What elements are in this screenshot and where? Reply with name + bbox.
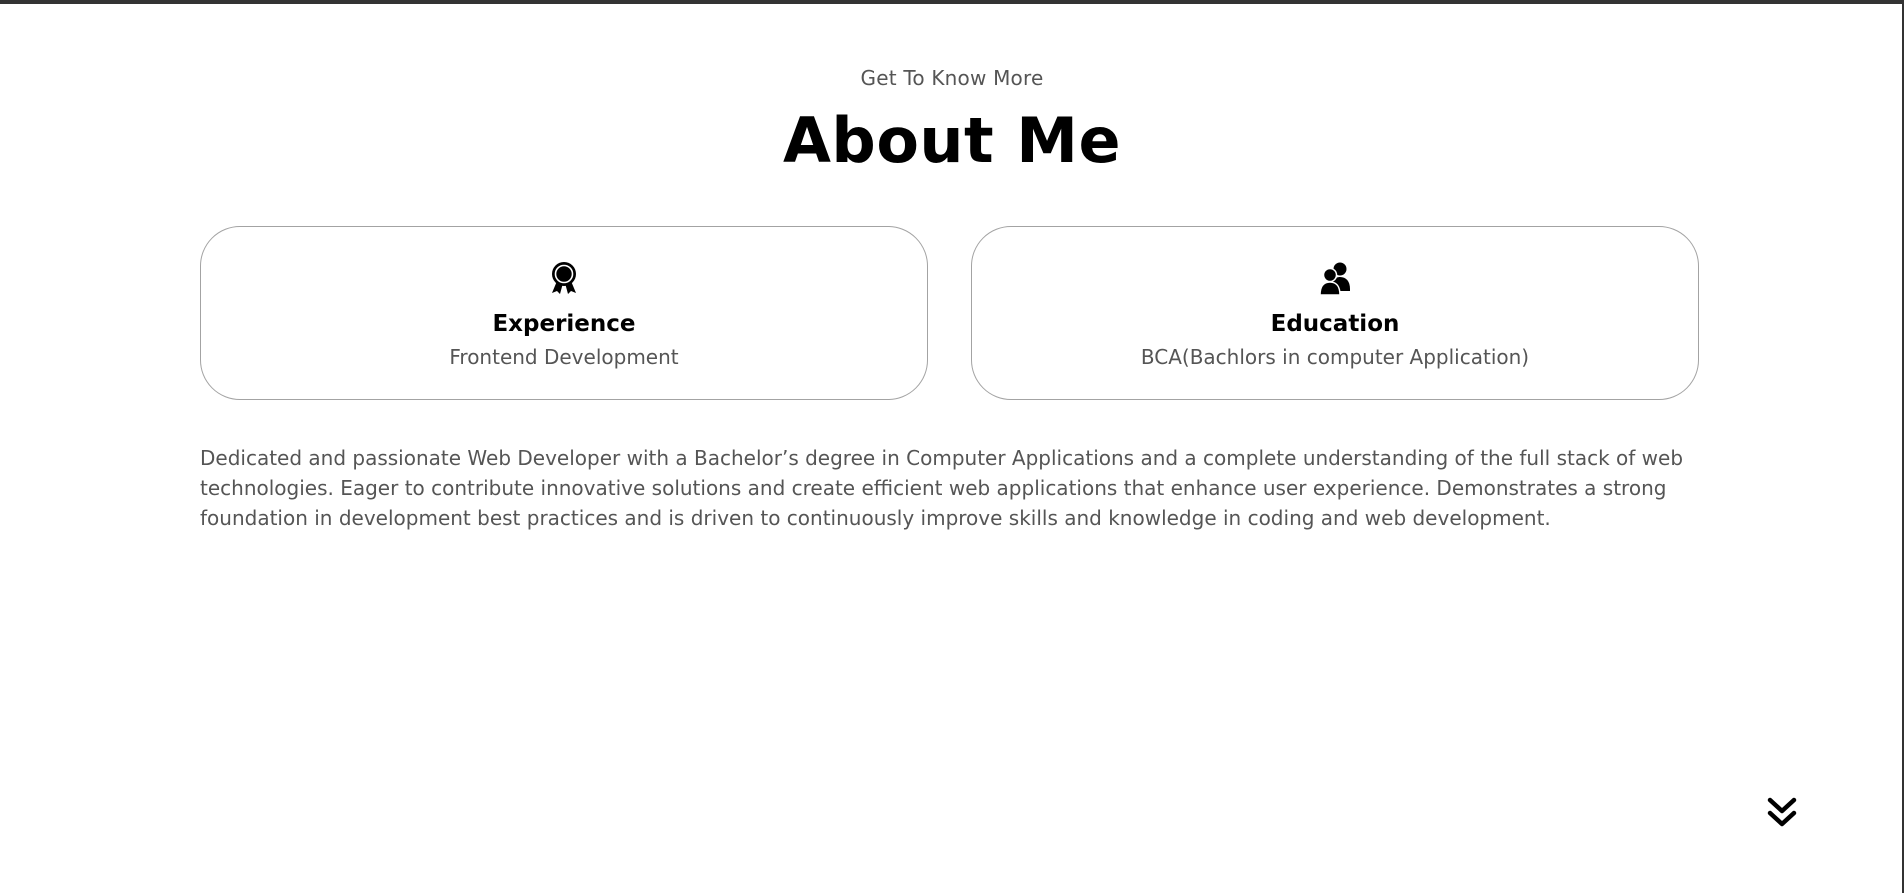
experience-text: Frontend Development [449,345,679,369]
education-title: Education [1270,311,1400,337]
double-chevron-down-icon[interactable] [1766,796,1798,830]
education-card: Education BCA(Bachlors in computer Appli… [971,226,1699,400]
about-description: Dedicated and passionate Web Developer w… [200,446,1684,530]
experience-card: Experience Frontend Development [200,226,928,400]
section-subtitle: Get To Know More [860,66,1044,90]
about-section: Get To Know More About Me Experience Fro… [0,0,1904,893]
users-icon [972,261,1698,295]
section-title: About Me [782,104,1122,177]
education-text: BCA(Bachlors in computer Application) [1140,345,1530,369]
experience-title: Experience [492,311,636,337]
award-ribbon-icon [201,261,927,295]
